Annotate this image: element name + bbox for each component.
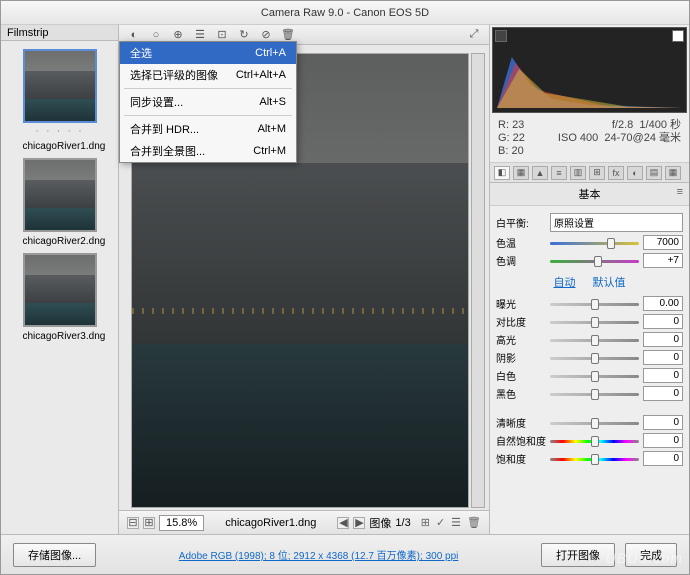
vibrance-slider[interactable] — [550, 435, 639, 447]
zoom-out-button[interactable]: ⊟ — [127, 517, 139, 529]
tool-icon[interactable]: ◐ — [127, 28, 141, 42]
tab[interactable]: ▲ — [532, 166, 548, 180]
contrast-slider[interactable] — [550, 316, 639, 328]
menu-merge-hdr[interactable]: 合并到 HDR...Alt+M — [120, 118, 296, 140]
filmstrip-thumbs: · · · · · chicagoRiver1.dng chicagoRiver… — [1, 41, 118, 534]
panel-body: 白平衡: 原照设置 色温 7000 色调 +7 自动 默认值 曝光0.00 — [490, 206, 689, 534]
tab[interactable]: ▦ — [513, 166, 529, 180]
tint-slider[interactable] — [550, 255, 639, 267]
tint-value[interactable]: +7 — [643, 253, 683, 268]
menu-sync-settings[interactable]: 同步设置...Alt+S — [120, 91, 296, 113]
panel-title: 基本≡ — [490, 183, 689, 206]
sb-icon[interactable]: ⊞ — [421, 516, 430, 529]
histogram[interactable] — [492, 27, 687, 113]
main-body: Filmstrip · · · · · chicagoRiver1.dng ch… — [1, 25, 689, 534]
shadow-clip-icon[interactable] — [495, 30, 507, 42]
saturation-slider[interactable] — [550, 453, 639, 465]
watermark: UBUS.com — [606, 550, 683, 566]
highlights-slider[interactable] — [550, 334, 639, 346]
menu-select-rated[interactable]: 选择已评级的图像Ctrl+Alt+A — [120, 64, 296, 86]
sb-icon[interactable]: 🗑 — [467, 516, 481, 529]
temp-slider[interactable] — [550, 237, 639, 249]
sb-icon[interactable]: ✓ — [436, 516, 445, 529]
rating-dots[interactable]: · · · · · — [23, 125, 97, 137]
thumb-2[interactable]: chicagoRiver2.dng — [23, 158, 97, 247]
tab[interactable]: fx — [608, 166, 624, 180]
page-label: 图像 — [369, 515, 391, 531]
fullscreen-icon[interactable]: ⤢ — [467, 28, 481, 42]
blacks-slider[interactable] — [550, 388, 639, 400]
temp-value[interactable]: 7000 — [643, 235, 683, 250]
tab[interactable]: ◐ — [627, 166, 643, 180]
exif-readout: R: 23 G: 22 B: 20 f/2.8 1/400 秒 ISO 400 … — [490, 115, 689, 163]
tool-icon[interactable]: ↻ — [237, 28, 251, 42]
tab[interactable]: ▥ — [570, 166, 586, 180]
tab-basic[interactable]: ◧ — [494, 166, 510, 180]
prev-image-button[interactable]: ◀ — [337, 517, 349, 529]
wb-select[interactable]: 原照设置 — [550, 213, 683, 232]
default-link[interactable]: 默认值 — [593, 277, 626, 289]
app-window: Camera Raw 9.0 - Canon EOS 5D Filmstrip … — [0, 0, 690, 575]
highlight-clip-icon[interactable] — [672, 30, 684, 42]
tool-icon[interactable]: ⊘ — [259, 28, 273, 42]
tab[interactable]: ▤ — [646, 166, 662, 180]
sb-icon[interactable]: ☰ — [451, 516, 461, 529]
preview-scrollbar[interactable] — [471, 53, 485, 508]
footer-bar: 存储图像... Adobe RGB (1998); 8 位; 2912 x 43… — [1, 534, 689, 574]
clarity-slider[interactable] — [550, 417, 639, 429]
panel-tabs: ◧ ▦ ▲ ≡ ▥ ⊞ fx ◐ ▤ ▦ — [490, 163, 689, 183]
thumb-3[interactable]: chicagoRiver3.dng — [23, 253, 97, 342]
auto-link[interactable]: 自动 — [553, 277, 575, 289]
wb-label: 白平衡: — [496, 215, 546, 230]
adjust-panel: R: 23 G: 22 B: 20 f/2.8 1/400 秒 ISO 400 … — [489, 25, 689, 534]
window-title: Camera Raw 9.0 - Canon EOS 5D — [1, 1, 689, 25]
tab[interactable]: ≡ — [551, 166, 567, 180]
tab[interactable]: ▦ — [665, 166, 681, 180]
current-filename: chicagoRiver1.dng — [214, 517, 327, 529]
filmstrip-header: Filmstrip — [1, 25, 118, 41]
thumb-1[interactable]: · · · · · chicagoRiver1.dng — [23, 49, 97, 152]
zoom-level[interactable]: 15.8% — [159, 515, 204, 531]
panel-menu-icon[interactable]: ≡ — [677, 186, 683, 198]
preview-statusbar: ⊟ ⊞ 15.8% chicagoRiver1.dng ◀ ▶ 图像 1/3 ⊞… — [119, 510, 489, 534]
tool-icon[interactable]: ⊕ — [171, 28, 185, 42]
open-image-button[interactable]: 打开图像 — [541, 543, 615, 567]
save-images-button[interactable]: 存储图像... — [13, 543, 96, 567]
menu-merge-pano[interactable]: 合并到全景图...Ctrl+M — [120, 140, 296, 162]
exposure-slider[interactable] — [550, 298, 639, 310]
menu-select-all[interactable]: 全选Ctrl+A — [120, 42, 296, 64]
image-metadata-link[interactable]: Adobe RGB (1998); 8 位; 2912 x 4368 (12.7… — [96, 547, 541, 562]
tool-icon[interactable]: ☰ — [193, 28, 207, 42]
shadows-slider[interactable] — [550, 352, 639, 364]
context-menu: 全选Ctrl+A 选择已评级的图像Ctrl+Alt+A 同步设置...Alt+S… — [119, 41, 297, 163]
tool-icon[interactable]: ○ — [149, 28, 163, 42]
whites-slider[interactable] — [550, 370, 639, 382]
filmstrip-panel: Filmstrip · · · · · chicagoRiver1.dng ch… — [1, 25, 119, 534]
tool-icon[interactable]: ⊡ — [215, 28, 229, 42]
page-count: 1/3 — [395, 517, 410, 529]
next-image-button[interactable]: ▶ — [353, 517, 365, 529]
trash-icon[interactable]: 🗑 — [281, 28, 295, 42]
zoom-in-button[interactable]: ⊞ — [143, 517, 155, 529]
tab[interactable]: ⊞ — [589, 166, 605, 180]
